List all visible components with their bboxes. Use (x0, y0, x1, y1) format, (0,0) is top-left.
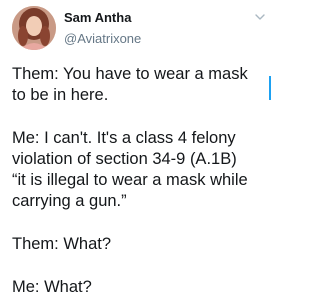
tweet-paragraph: Them: You have to wear a mask to be in h… (12, 65, 248, 104)
tweet-paragraph: Me: What? (12, 278, 92, 296)
scroll-indicator (269, 76, 271, 100)
tweet-paragraph: Me: I can't. It's a class 4 felony viola… (12, 129, 248, 210)
tweet-card: Sam Antha @Aviatrixone Them: You have to… (0, 0, 271, 300)
profile-photo-icon (12, 6, 56, 50)
author-name[interactable]: Sam Antha (64, 10, 131, 25)
avatar[interactable] (12, 6, 56, 50)
tweet-text: Them: You have to wear a mask to be in h… (12, 64, 264, 298)
tweet-paragraph: Them: What? (12, 235, 112, 253)
author-handle[interactable]: @Aviatrixone (64, 31, 141, 46)
chevron-down-icon[interactable] (255, 12, 265, 22)
